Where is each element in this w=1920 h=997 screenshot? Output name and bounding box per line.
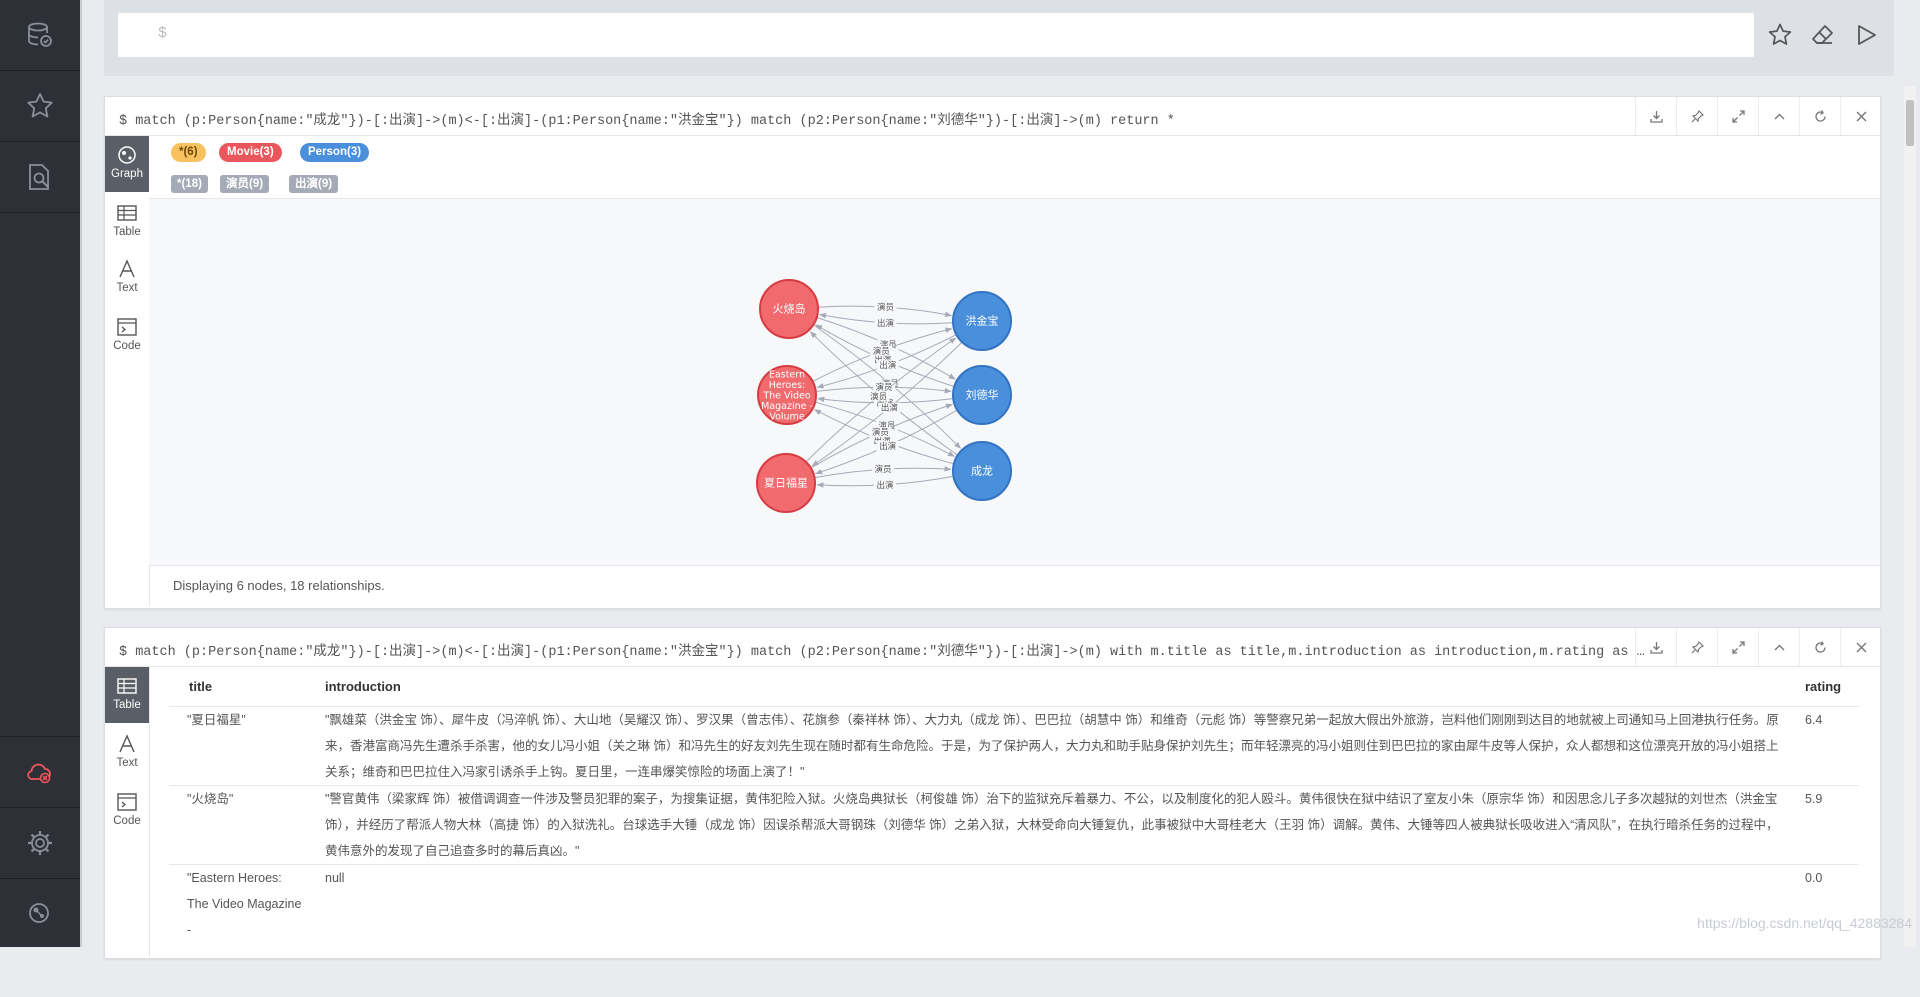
result-frame-graph: $ match (p:Person{name:"成龙"})-[:出演]->(m)…: [104, 96, 1881, 609]
close-icon[interactable]: [1840, 97, 1881, 135]
relationship-label: 出演: [879, 441, 897, 452]
tab-table[interactable]: Table: [105, 194, 149, 250]
page-scrollbar[interactable]: [1904, 86, 1916, 947]
cell-introduction: "警官黄伟（梁家辉 饰）被借调调查一件涉及警员犯罪的案子，为搜集证据，黄伟犯险入…: [325, 792, 1779, 858]
relationship-label: 出演: [881, 403, 899, 414]
tab-table[interactable]: Table: [105, 667, 149, 723]
relationship-label: 演员: [870, 391, 887, 402]
cell-title: "夏日福星": [187, 713, 246, 727]
cell-introduction: null: [325, 871, 345, 885]
download-icon[interactable]: [1635, 97, 1676, 135]
graph-node-caption: 刘德华: [966, 388, 999, 402]
tab-code-label: Code: [113, 815, 141, 827]
tab-table-label: Table: [113, 699, 141, 711]
rerun-icon[interactable]: [1799, 97, 1840, 135]
result-table: title introduction rating "夏日福星" "飘雄菜（洪金…: [149, 667, 1880, 997]
page-scrollbar-thumb[interactable]: [1906, 100, 1914, 146]
node-label-person[interactable]: Person(3): [300, 143, 370, 162]
node-label-movie[interactable]: Movie(3): [219, 143, 282, 162]
relationship-label: 出演: [877, 318, 895, 329]
editor-prompt: $: [158, 25, 168, 42]
query-editor: $: [104, 0, 1894, 76]
frame-query-text[interactable]: $ match (p:Person{name:"成龙"})-[:出演]->(m)…: [119, 108, 1729, 129]
column-header-rating: rating: [1805, 679, 1842, 694]
rerun-icon[interactable]: [1799, 628, 1840, 666]
graph-node-caption: 夏日福星: [764, 476, 808, 490]
cell-title: "火烧岛": [187, 792, 234, 806]
graph-node-caption: The Video: [762, 391, 810, 402]
graph-node-caption: Eastern: [769, 370, 805, 381]
graph-edges: 演员出演演员出演演员出演演员出演演员出演演员出演演员出演演员出演演员出演: [805, 302, 963, 491]
relationship-label: 演员: [875, 464, 892, 475]
rel-type-acted-in[interactable]: 出演(9): [289, 175, 339, 193]
eraser-icon[interactable]: [1807, 18, 1839, 52]
graph-node-caption: Volume: [769, 412, 804, 423]
collapse-icon[interactable]: [1758, 628, 1799, 666]
graph-node-caption: Heroes:: [769, 380, 806, 391]
play-icon[interactable]: [1850, 18, 1882, 52]
table-row: "火烧岛" "警官黄伟（梁家辉 饰）被借调调查一件涉及警员犯罪的案子，为搜集证据…: [169, 785, 1859, 864]
tab-text[interactable]: Text: [105, 250, 149, 306]
view-tabs: Table Text Code: [105, 667, 150, 957]
relationship-label: 出演: [876, 480, 894, 491]
tab-graph[interactable]: Graph: [105, 136, 149, 192]
relationship-label: 演员: [873, 346, 890, 357]
tab-text[interactable]: Text: [105, 725, 149, 781]
tab-graph-label: Graph: [111, 168, 143, 180]
frame-header: $ match (p:Person{name:"成龙"})-[:出演]->(m)…: [105, 97, 1880, 136]
node-label-all[interactable]: *(6): [171, 143, 206, 162]
tab-code-label: Code: [113, 340, 141, 352]
frame-header: $ match (p:Person{name:"成龙"})-[:出演]->(m)…: [105, 628, 1880, 667]
search-document-icon[interactable]: [0, 142, 80, 212]
cell-introduction: "飘雄菜（洪金宝 饰）、犀牛皮（冯淬帆 饰）、大山地（吴耀汉 饰）、罗汉果（曾志…: [325, 713, 1779, 779]
graph-legend: *(6) Movie(3) Person(3) *(18) 演员(9) 出演(9…: [149, 136, 1880, 199]
graph-canvas[interactable]: 演员出演演员出演演员出演演员出演演员出演演员出演演员出演演员出演演员出演 火烧岛…: [149, 199, 1880, 566]
rel-type-actor[interactable]: 演员(9): [220, 175, 270, 193]
neo4j-about-icon[interactable]: [0, 878, 80, 948]
query-input[interactable]: $: [118, 13, 1754, 57]
frame-query-text[interactable]: $ match (p:Person{name:"成龙"})-[:出演]->(m)…: [119, 639, 1729, 660]
tab-table-label: Table: [113, 226, 141, 238]
fullscreen-icon[interactable]: [1717, 628, 1758, 666]
graph-status-bar: Displaying 6 nodes, 18 relationships.: [149, 566, 1880, 604]
tab-code[interactable]: Code: [105, 783, 149, 839]
database-icon[interactable]: [0, 0, 80, 70]
graph-node-caption: Magazine -: [761, 401, 813, 412]
cell-rating: 6.4: [1805, 713, 1823, 727]
rel-type-all[interactable]: *(18): [171, 175, 208, 193]
cell-title: "Eastern Heroes: The Video Magazine -: [187, 871, 302, 937]
tab-text-label: Text: [116, 757, 138, 769]
graph-svg: 演员出演演员出演演员出演演员出演演员出演演员出演演员出演演员出演演员出演 火烧岛…: [756, 279, 1012, 513]
pin-icon[interactable]: [1676, 97, 1717, 135]
column-header-introduction: introduction: [325, 679, 401, 694]
watermark: https://blog.csdn.net/qq_42883284: [1697, 915, 1912, 931]
collapse-icon[interactable]: [1758, 97, 1799, 135]
relationship-label: 出演: [879, 360, 897, 371]
sidebar: [0, 0, 80, 947]
star-icon[interactable]: [0, 71, 80, 141]
graph-node-caption: 火烧岛: [773, 302, 806, 316]
graph-node-caption: 洪金宝: [966, 314, 999, 328]
gear-icon[interactable]: [0, 808, 80, 878]
result-frame-table: $ match (p:Person{name:"成龙"})-[:出演]->(m)…: [104, 627, 1881, 959]
cell-rating: 0.0: [1805, 871, 1823, 885]
cell-rating: 5.9: [1805, 792, 1823, 806]
view-tabs: Graph Table Text Code: [105, 136, 150, 606]
graph-status-text: Displaying 6 nodes, 18 relationships.: [173, 578, 385, 593]
disconnected-cloud-icon[interactable]: [0, 737, 80, 807]
sidebar-edge: [80, 0, 82, 947]
table-row: "Eastern Heroes: The Video Magazine - nu…: [169, 864, 1859, 965]
fullscreen-icon[interactable]: [1717, 97, 1758, 135]
close-icon[interactable]: [1840, 628, 1881, 666]
pin-icon[interactable]: [1676, 628, 1717, 666]
tab-text-label: Text: [116, 282, 138, 294]
column-header-title: title: [189, 679, 213, 694]
favorite-star-icon[interactable]: [1764, 18, 1796, 52]
relationship-label: 演员: [877, 302, 894, 313]
graph-node-caption: 成龙: [971, 465, 993, 478]
tab-code[interactable]: Code: [105, 308, 149, 364]
download-icon[interactable]: [1635, 628, 1676, 666]
table-row: "夏日福星" "飘雄菜（洪金宝 饰）、犀牛皮（冯淬帆 饰）、大山地（吴耀汉 饰）…: [169, 706, 1859, 785]
relationship-label: 演员: [872, 427, 889, 438]
